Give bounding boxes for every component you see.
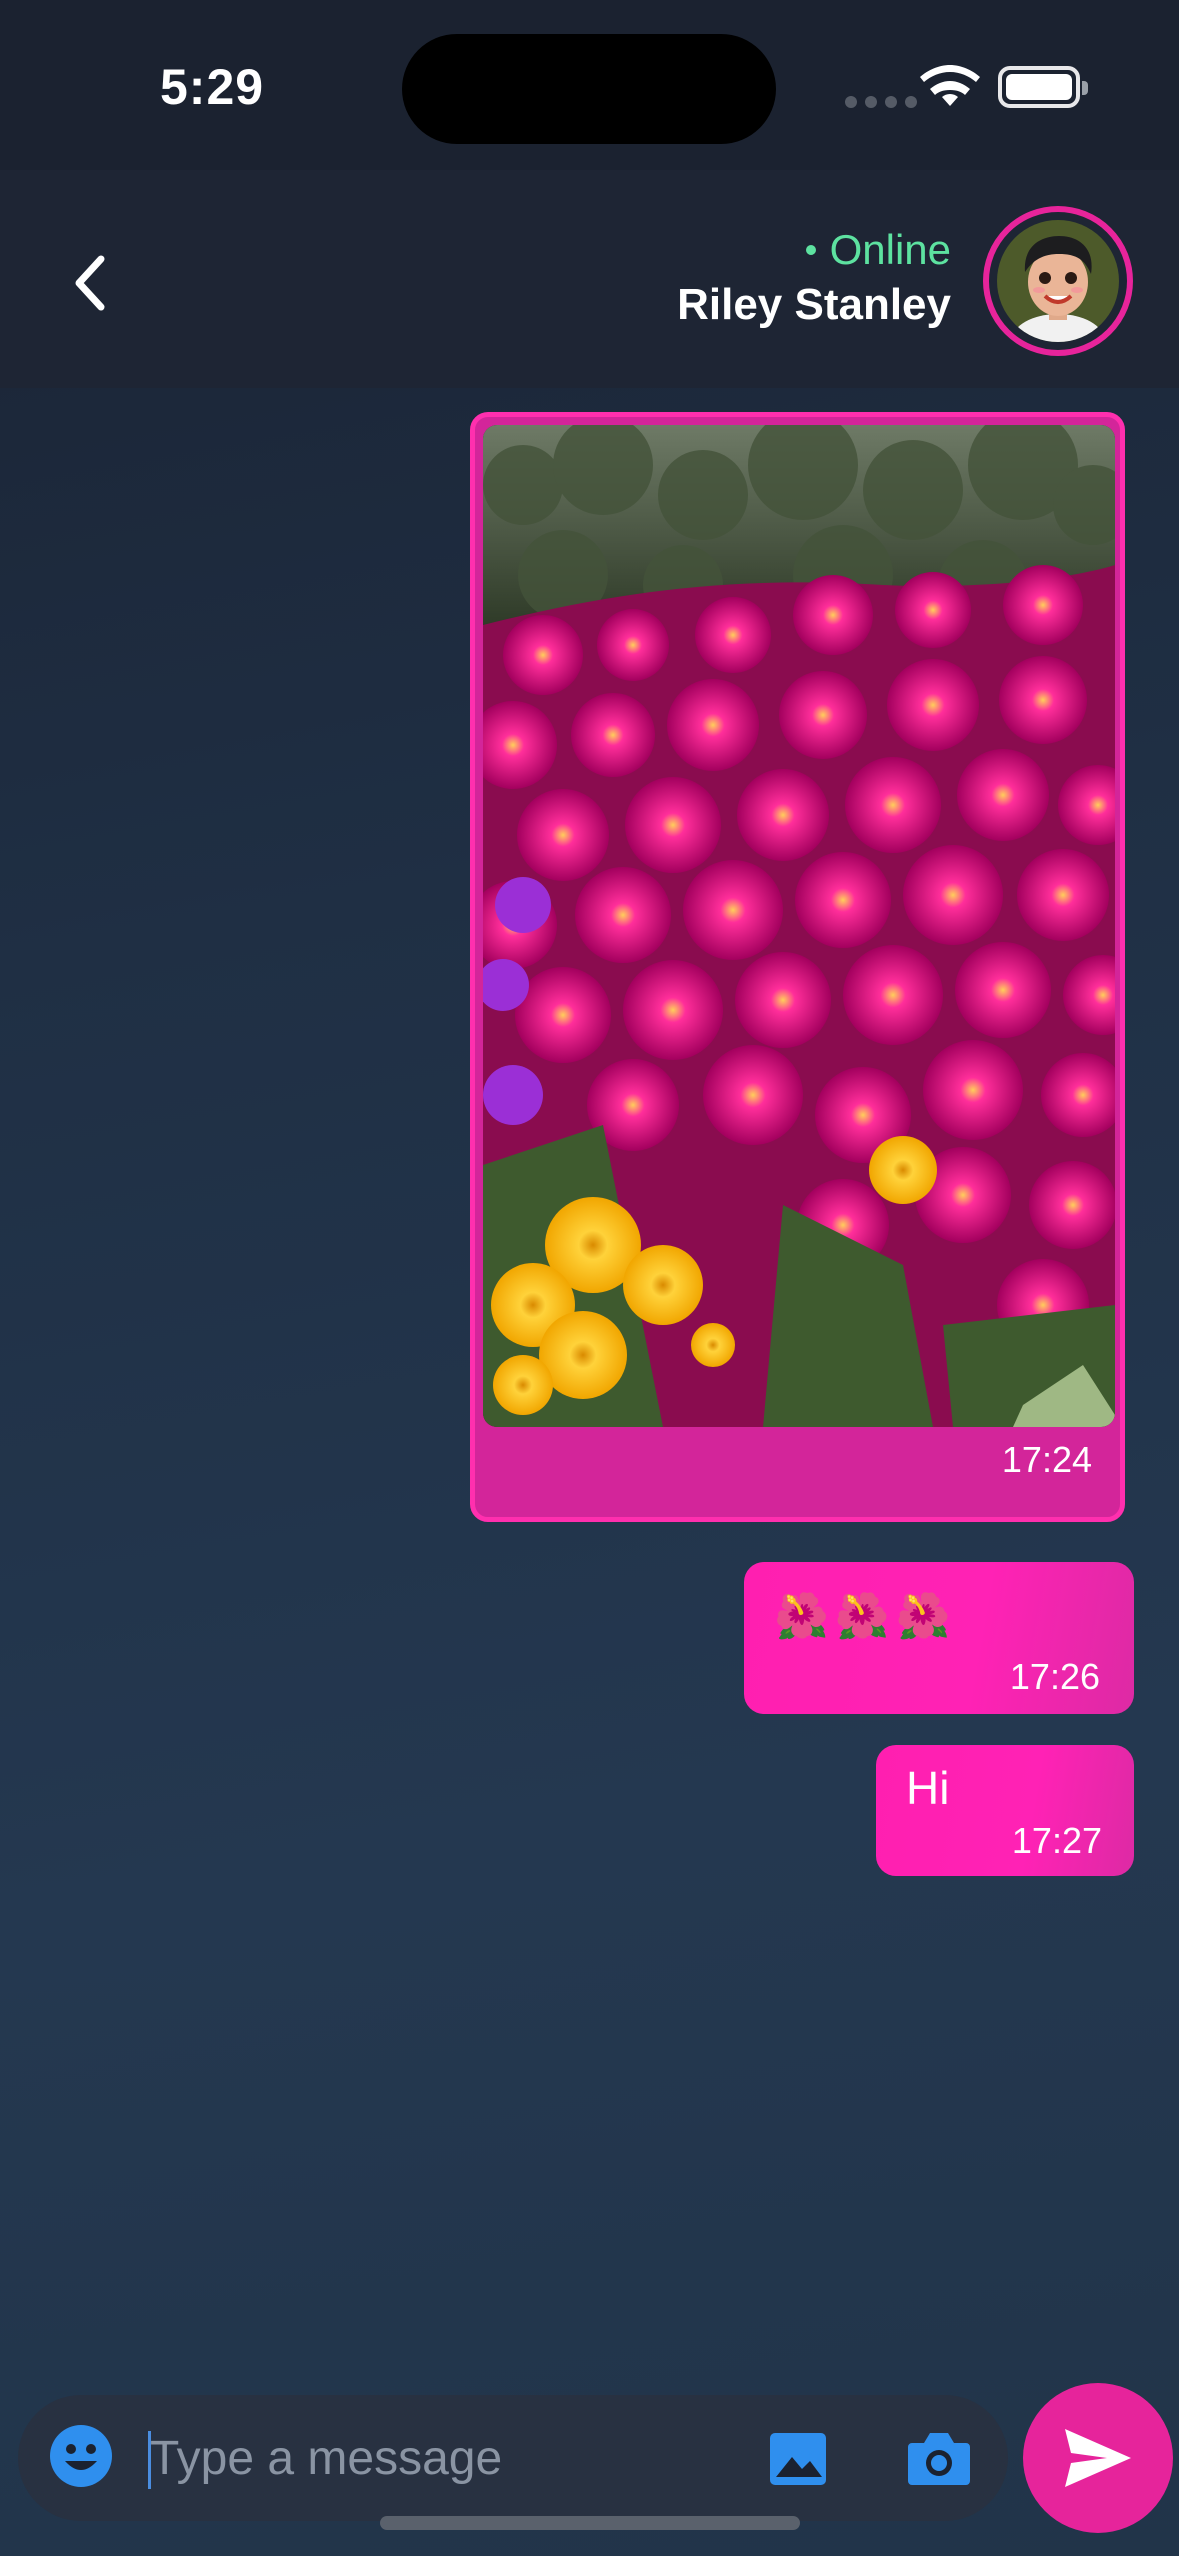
message-time: 17:27 [1011,1820,1102,1861]
message-composer [18,2395,1008,2521]
send-button[interactable] [1023,2383,1173,2533]
text-message[interactable]: 🌺🌺🌺 17:26 [744,1562,1134,1714]
avatar-image [997,220,1119,342]
flower-photo[interactable] [483,425,1115,1427]
dynamic-island [402,34,776,144]
wifi-icon [920,62,980,113]
text-message[interactable]: Hi 17:27 [876,1745,1134,1876]
message-time: 17:24 [1001,1439,1092,1480]
contact-info: Online Riley Stanley [677,226,951,330]
message-input[interactable] [150,2413,750,2503]
back-button[interactable] [54,248,124,318]
cellular-signal-icon [845,96,917,108]
status-time: 5:29 [160,59,265,115]
message-time: 17:26 [1009,1656,1100,1697]
image-icon [770,2433,826,2485]
camera-button[interactable] [906,2425,972,2491]
chat-header: Online Riley Stanley [0,170,1179,388]
send-icon [1065,2429,1131,2487]
avatar[interactable] [983,206,1133,356]
message-text: Hi [906,1762,950,1814]
battery-icon [998,66,1088,108]
camera-icon [908,2433,970,2485]
message-text: 🌺🌺🌺 [774,1592,957,1641]
contact-name: Riley Stanley [677,280,951,329]
status-bar: 5:29 [0,0,1179,170]
smiley-icon [50,2425,112,2487]
gallery-button[interactable] [766,2427,830,2491]
emoji-button[interactable] [48,2423,114,2489]
flower-photo-image [483,425,1115,1427]
online-status-label: Online [829,226,951,273]
online-status: Online [677,226,951,274]
chevron-left-icon [75,255,105,311]
home-indicator[interactable] [380,2516,800,2530]
image-message[interactable]: 17:24 [470,412,1125,1522]
online-dot-icon [805,245,816,255]
